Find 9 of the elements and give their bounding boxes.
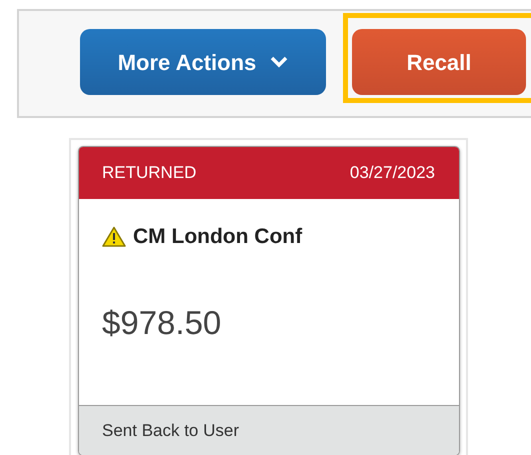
chevron-down-icon [270, 56, 288, 68]
date-label: 03/27/2023 [350, 162, 435, 184]
amount-label: $978.50 [102, 302, 222, 342]
recall-button[interactable]: Recall [352, 29, 526, 95]
report-title: CM London Conf [133, 224, 302, 250]
status-label: RETURNED [102, 162, 196, 184]
more-actions-button[interactable]: More Actions [80, 29, 326, 95]
footer-status: Sent Back to User [102, 420, 240, 442]
report-card[interactable]: RETURNED 03/27/2023 CM London Conf $978.50 Sent Back to User [78, 146, 460, 455]
